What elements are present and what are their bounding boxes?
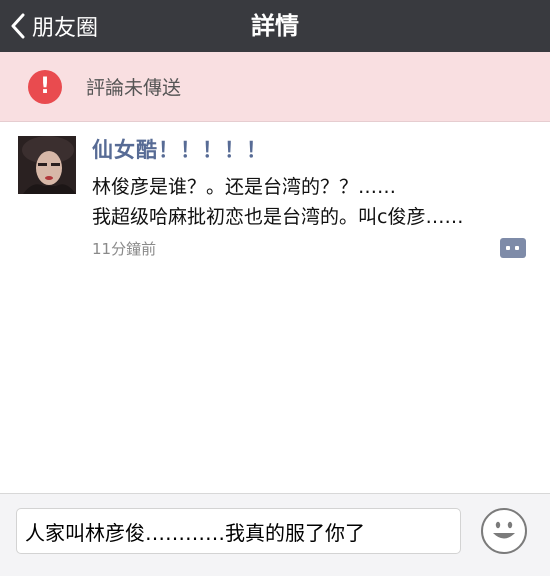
comment-item: 仙女酷！！！！！ 林俊彦是谁？。还是台湾的？？…… 我超级哈麻批初恋也是台湾的。… <box>0 122 550 272</box>
avatar[interactable] <box>18 136 76 194</box>
comment-line: 林俊彦是谁？。还是台湾的？？…… <box>92 176 397 198</box>
navbar: 朋友圈 詳情 <box>0 0 550 52</box>
error-message: 評論未傳送 <box>86 77 182 99</box>
back-label: 朋友圈 <box>32 16 99 41</box>
emoji-button[interactable] <box>481 508 527 554</box>
dot <box>506 246 510 250</box>
comment-more-icon[interactable] <box>500 238 526 258</box>
comment-line: 我超级哈麻批初恋也是台湾的。叫c俊彦…… <box>92 206 464 228</box>
comment-input[interactable] <box>16 508 461 554</box>
chevron-left-icon <box>10 13 26 39</box>
send-error-banner[interactable]: ! 評論未傳送 <box>0 52 550 122</box>
dot <box>515 246 519 250</box>
comment-author[interactable]: 仙女酷！！！！！ <box>92 134 268 164</box>
comment-input-bar <box>0 493 550 576</box>
back-button[interactable]: 朋友圈 <box>10 0 98 52</box>
alert-icon: ! <box>28 69 62 104</box>
comment-text: 林俊彦是谁？。还是台湾的？？…… 我超级哈麻批初恋也是台湾的。叫c俊彦…… <box>92 172 532 232</box>
comment-timestamp: 11分鐘前 <box>92 240 157 258</box>
smiley-icon <box>493 521 515 539</box>
